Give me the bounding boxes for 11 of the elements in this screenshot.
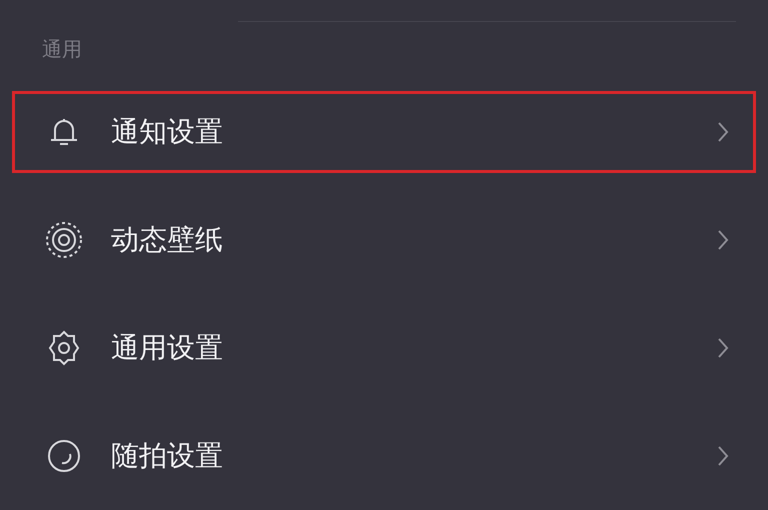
- settings-item[interactable]: 通知设置: [12, 91, 756, 173]
- chevron-icon: [717, 445, 729, 467]
- chevron-icon: [717, 337, 729, 359]
- settings-item[interactable]: 通用设置: [12, 307, 756, 389]
- section-title: 通用: [42, 36, 82, 64]
- chevron-icon: [717, 229, 729, 251]
- target-icon: [45, 221, 83, 259]
- settings-item[interactable]: 动态壁纸: [12, 199, 756, 281]
- circle-arc-icon: [45, 437, 83, 475]
- chevron-icon: [717, 121, 729, 143]
- settings-item[interactable]: 随拍设置: [12, 415, 756, 497]
